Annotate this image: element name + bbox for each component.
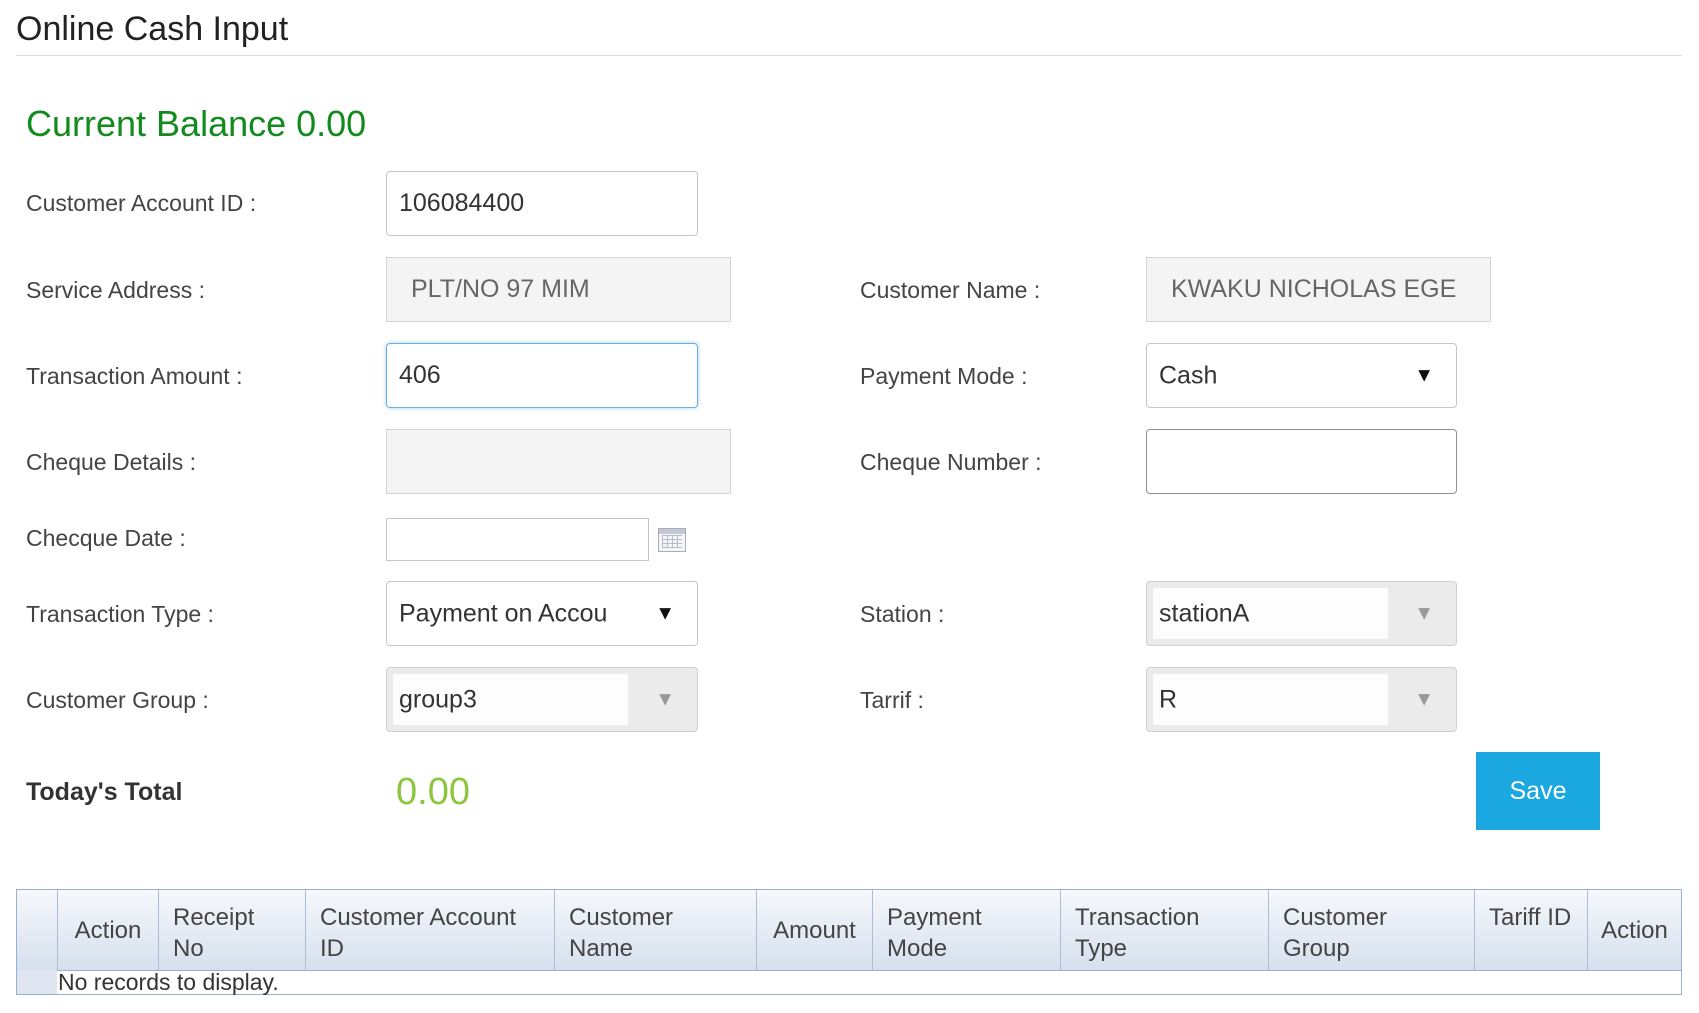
calendar-icon[interactable] xyxy=(658,528,686,552)
transaction-amount-label: Transaction Amount : xyxy=(26,363,243,389)
empty-row: No records to display. xyxy=(17,970,1681,994)
grid-header-select xyxy=(17,890,57,970)
transaction-type-value: Payment on Accou xyxy=(399,599,608,627)
page-title: Online Cash Input xyxy=(16,10,289,48)
tarrif-label: Tarrif : xyxy=(860,687,924,713)
todays-total-value: 0.00 xyxy=(396,771,470,813)
chevron-down-icon: ▼ xyxy=(1414,688,1434,710)
column-header-transaction-type[interactable]: Transaction Type xyxy=(1060,890,1268,970)
save-button[interactable]: Save xyxy=(1476,752,1600,830)
transaction-type-label: Transaction Type : xyxy=(26,601,214,627)
column-header-payment-mode[interactable]: Payment Mode xyxy=(872,890,1060,970)
cheque-details-input xyxy=(386,429,731,494)
service-address-label: Service Address : xyxy=(26,277,205,303)
tarrif-value: R xyxy=(1159,685,1178,713)
chevron-down-icon: ▼ xyxy=(1414,364,1434,386)
column-header-receipt-no[interactable]: Receipt No xyxy=(158,890,305,970)
cheque-details-label: Cheque Details : xyxy=(26,449,197,475)
customer-group-value: group3 xyxy=(399,685,477,713)
payment-mode-label: Payment Mode : xyxy=(860,363,1028,389)
checque-date-input[interactable] xyxy=(386,518,649,561)
station-label: Station : xyxy=(860,601,945,627)
customer-account-id-label: Customer Account ID : xyxy=(26,190,257,216)
cheque-number-label: Cheque Number : xyxy=(860,449,1042,475)
column-header-amount[interactable]: Amount xyxy=(756,890,872,970)
transaction-amount-input[interactable] xyxy=(386,343,698,408)
grid-header: Action Receipt No Customer Account ID Cu… xyxy=(17,890,1681,971)
row-selector-cell xyxy=(17,970,57,994)
customer-name-input xyxy=(1146,257,1491,322)
no-records-message: No records to display. xyxy=(58,969,279,995)
payment-mode-select[interactable]: Cash ▼ xyxy=(1146,343,1457,408)
column-header-action[interactable]: Action xyxy=(57,890,158,970)
tarrif-select[interactable]: R ▼ xyxy=(1146,667,1457,732)
customer-group-select[interactable]: group3 ▼ xyxy=(386,667,698,732)
column-header-customer-account-id[interactable]: Customer Account ID xyxy=(305,890,554,970)
transactions-grid: Action Receipt No Customer Account ID Cu… xyxy=(16,889,1682,995)
transaction-type-select[interactable]: Payment on Accou ▼ xyxy=(386,581,698,646)
column-header-tariff-id[interactable]: Tariff ID xyxy=(1474,890,1587,970)
cheque-number-input[interactable] xyxy=(1146,429,1457,494)
current-balance: Current Balance 0.00 xyxy=(26,103,367,144)
chevron-down-icon: ▼ xyxy=(655,602,675,624)
station-value: stationA xyxy=(1159,599,1250,627)
column-header-customer-group[interactable]: Customer Group xyxy=(1268,890,1474,970)
customer-group-label: Customer Group : xyxy=(26,687,209,713)
chevron-down-icon: ▼ xyxy=(1414,602,1434,624)
chevron-down-icon: ▼ xyxy=(655,688,675,710)
checque-date-label: Checque Date : xyxy=(26,525,186,551)
payment-mode-value: Cash xyxy=(1159,361,1218,389)
service-address-input xyxy=(386,257,731,322)
customer-name-label: Customer Name : xyxy=(860,277,1041,303)
column-header-customer-name[interactable]: Customer Name xyxy=(554,890,756,970)
customer-account-id-input[interactable] xyxy=(386,171,698,236)
todays-total-label: Today's Total xyxy=(26,778,183,806)
title-divider xyxy=(16,55,1682,56)
column-header-action-2[interactable]: Action xyxy=(1587,890,1681,970)
station-select[interactable]: stationA ▼ xyxy=(1146,581,1457,646)
